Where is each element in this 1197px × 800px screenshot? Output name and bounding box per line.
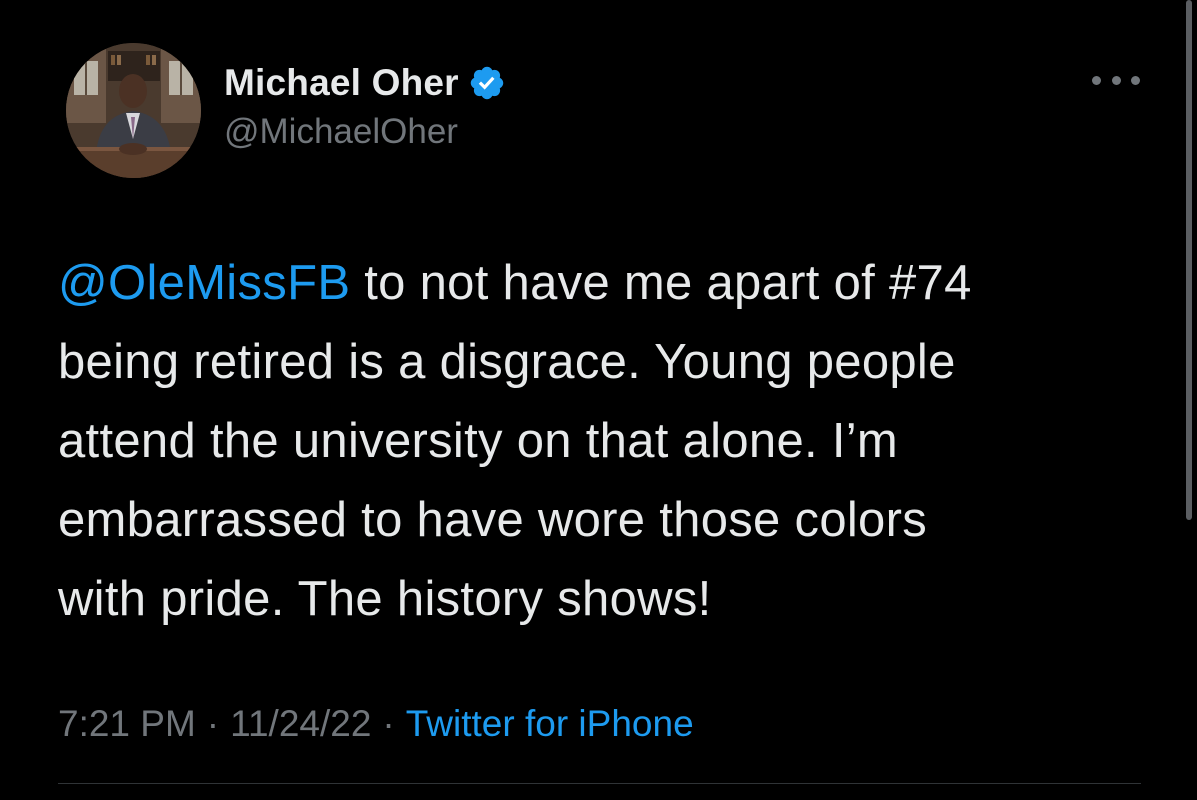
meta-separator: · (382, 703, 395, 744)
tweet-meta: 7:21 PM · 11/24/22 · Twitter for iPhone (58, 700, 694, 748)
tweet-date[interactable]: 11/24/22 (230, 703, 371, 745)
tweet-line-2: being retired is a disgrace. Young peopl… (58, 335, 956, 389)
verified-badge-icon (468, 64, 506, 102)
display-name[interactable]: Michael Oher (224, 62, 459, 104)
tweet-line-1: @OleMissFB to not have me apart of #74 (58, 244, 1148, 323)
tweet-source-link[interactable]: Twitter for iPhone (406, 703, 694, 745)
tweet: Michael Oher @MichaelOher @OleMissFB to … (0, 0, 1197, 800)
avatar-photo (66, 43, 201, 178)
more-dot (1092, 75, 1101, 85)
author-handle[interactable]: @MichaelOher (224, 112, 458, 152)
mention-link[interactable]: @OleMissFB (58, 256, 350, 310)
tweet-line-1-text: to not have me apart of #74 (350, 256, 972, 310)
author-name-row[interactable]: Michael Oher (224, 60, 506, 106)
tweet-time[interactable]: 7:21 PM (58, 703, 196, 745)
more-options-icon[interactable] (1092, 64, 1140, 96)
more-dot (1131, 75, 1140, 85)
scrollbar[interactable] (1186, 0, 1192, 520)
avatar[interactable] (66, 43, 201, 178)
tweet-line-5: with pride. The history shows! (58, 572, 712, 626)
more-dot (1111, 75, 1121, 85)
meta-separator: · (206, 703, 220, 744)
tweet-line-4: embarrassed to have wore those colors (58, 493, 928, 547)
tweet-line-3: attend the university on that alone. I’m (58, 414, 899, 468)
tweet-text: @OleMissFB to not have me apart of #74 b… (58, 244, 1148, 639)
divider (58, 783, 1141, 784)
